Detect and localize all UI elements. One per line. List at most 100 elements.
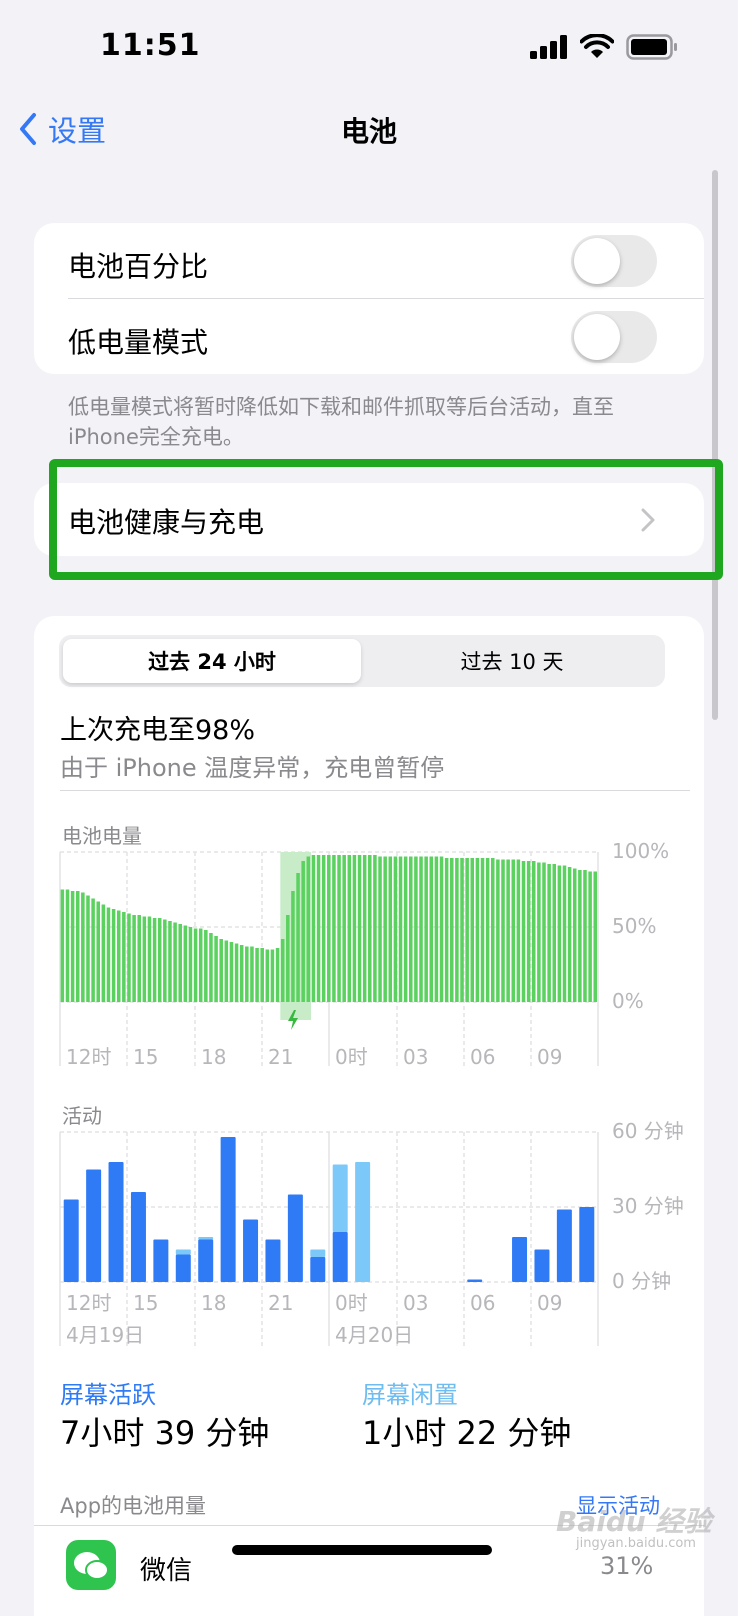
battery-bar	[209, 933, 213, 1002]
x-tick-label: 21	[268, 1045, 293, 1069]
battery-bar	[475, 858, 480, 1002]
battery-bar	[542, 862, 546, 1002]
x-tick-label: 12时	[66, 1045, 111, 1069]
battery-bar	[157, 918, 162, 1002]
battery-bar	[65, 889, 70, 1002]
battery-bar	[373, 855, 377, 1002]
x-tick-label: 18	[201, 1045, 226, 1069]
battery-bar	[460, 858, 464, 1002]
battery-bar	[572, 868, 577, 1002]
activity-chart: 60 分钟 30 分钟 0 分钟 12时 15 18 21 0时 03 06 09 4月19日 4月20…	[59, 1120, 684, 1347]
battery-bar	[557, 865, 562, 1002]
battery-bar	[188, 927, 193, 1002]
battery-bar	[506, 859, 510, 1002]
activity-bar-screen-on	[556, 1209, 572, 1282]
activity-bar-screen-off	[355, 1162, 371, 1282]
battery-bar	[316, 855, 321, 1002]
battery-bar	[552, 864, 557, 1002]
wechat-app-icon	[66, 1540, 116, 1590]
battery-bar	[132, 915, 136, 1002]
activity-bar-screen-on	[175, 1254, 191, 1282]
battery-bar	[311, 855, 316, 1002]
activity-bar-screen-on	[243, 1219, 259, 1282]
battery-bar	[183, 925, 188, 1002]
battery-bar	[250, 946, 254, 1002]
activity-bar-screen-off	[198, 1237, 214, 1240]
battery-bar	[593, 871, 597, 1002]
battery-bar	[429, 856, 434, 1002]
y-tick-label: 50%	[612, 914, 656, 938]
battery-percentage-label: 电池百分比	[68, 250, 209, 283]
screen-off-label: 屏幕闲置	[362, 1381, 458, 1409]
home-indicator[interactable]	[232, 1545, 492, 1555]
battery-bar	[419, 856, 423, 1002]
status-icons	[530, 34, 678, 60]
battery-bar	[578, 870, 582, 1002]
battery-bar	[239, 945, 244, 1002]
battery-bar	[511, 859, 516, 1002]
activity-bar-screen-off	[175, 1249, 191, 1255]
divider	[60, 790, 690, 791]
y-tick-label: 100%	[612, 840, 669, 863]
x-tick-label: 09	[537, 1045, 562, 1069]
watermark-site: jingyan.baidu.com	[576, 1536, 696, 1551]
battery-bar	[501, 859, 505, 1002]
activity-bar-screen-on	[332, 1232, 348, 1282]
x-tick-label: 06	[470, 1045, 495, 1069]
x-tick-label: 15	[133, 1045, 158, 1069]
battery-bar	[388, 856, 393, 1002]
battery-bar	[347, 855, 352, 1002]
screen-on-label: 屏幕活跃	[60, 1381, 156, 1409]
battery-bar	[142, 916, 147, 1002]
battery-bar	[275, 948, 280, 1002]
battery-level-chart: 100% 50% 0% 12时 15 18 21 0时 03 06 09	[59, 840, 669, 1069]
wifi-icon	[580, 34, 614, 58]
activity-bar-screen-on	[287, 1194, 303, 1282]
battery-percentage-toggle[interactable]	[571, 235, 657, 287]
tab-last-24-hours[interactable]: 过去 24 小时	[63, 639, 361, 683]
highlight-annotation-box	[49, 459, 723, 580]
battery-bar	[137, 915, 141, 1002]
battery-bar	[198, 928, 203, 1002]
day-label: 4月19日	[66, 1323, 144, 1347]
battery-bar	[111, 909, 116, 1002]
low-power-mode-toggle[interactable]	[571, 311, 657, 363]
x-tick-label: 03	[403, 1045, 428, 1069]
time-range-segmented-control: 过去 24 小时 过去 10 天	[59, 635, 665, 687]
battery-bar	[163, 919, 167, 1002]
battery-bar	[455, 858, 459, 1002]
battery-bar	[547, 864, 551, 1002]
battery-bar	[403, 856, 408, 1002]
battery-bar	[265, 949, 270, 1002]
activity-bar-screen-on	[153, 1239, 169, 1282]
activity-bar-screen-on	[512, 1237, 528, 1282]
battery-bar	[178, 924, 182, 1002]
cellular-signal-icon	[530, 35, 567, 59]
battery-bar	[357, 855, 362, 1002]
tab-last-10-days[interactable]: 过去 10 天	[363, 639, 661, 683]
battery-bar	[327, 855, 331, 1002]
battery-bar	[168, 921, 172, 1002]
battery-bar	[321, 855, 326, 1002]
app-name[interactable]: 微信	[140, 1550, 192, 1587]
scroll-indicator[interactable]	[712, 170, 718, 720]
x-tick-label: 09	[537, 1291, 562, 1315]
battery-bar	[521, 861, 526, 1002]
battery-bar	[245, 946, 249, 1002]
battery-bar	[106, 907, 111, 1002]
battery-bar	[122, 912, 126, 1002]
battery-bar	[234, 943, 239, 1002]
x-tick-label: 21	[268, 1291, 293, 1315]
battery-bar	[306, 856, 311, 1002]
battery-bar	[193, 928, 198, 1002]
battery-bar	[470, 858, 475, 1002]
x-tick-label: 18	[201, 1291, 226, 1315]
battery-bar	[531, 861, 536, 1002]
battery-bar	[342, 855, 346, 1002]
battery-bar	[96, 901, 100, 1002]
activity-bar-screen-on	[130, 1192, 146, 1282]
battery-bar	[291, 891, 295, 1002]
battery-icon	[626, 34, 677, 60]
battery-bar	[255, 948, 259, 1002]
battery-bar	[204, 930, 208, 1002]
